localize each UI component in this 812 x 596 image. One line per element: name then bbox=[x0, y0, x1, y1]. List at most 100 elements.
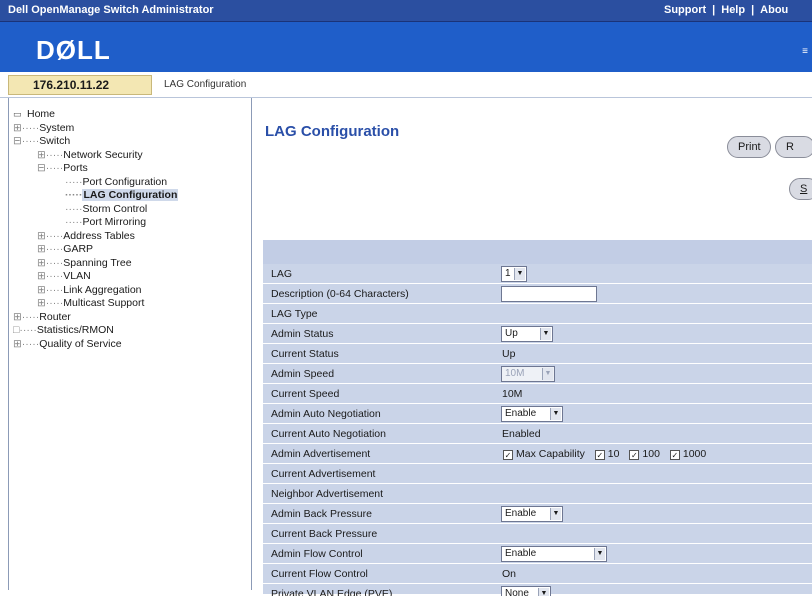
row-admin-status: Admin Status Up ▼ bbox=[263, 324, 812, 344]
tree-item-port-configuration[interactable]: ·····Port Configuration bbox=[65, 176, 167, 188]
private-vlan-edge-label: Private VLAN Edge (PVE) bbox=[271, 588, 393, 596]
menu-icon[interactable]: ≡ bbox=[802, 46, 808, 57]
admin-back-pressure-select[interactable]: Enable ▼ bbox=[501, 506, 563, 522]
row-description: Description (0-64 Characters) bbox=[263, 284, 812, 304]
app-title: Dell OpenManage Switch Administrator bbox=[8, 4, 214, 16]
chevron-down-icon: ▼ bbox=[538, 588, 549, 596]
tree-item-address-tables[interactable]: ⊞·····Address Tables bbox=[37, 230, 135, 242]
current-speed-label: Current Speed bbox=[271, 388, 340, 400]
description-label: Description (0-64 Characters) bbox=[271, 288, 409, 300]
chevron-down-icon: ▼ bbox=[594, 548, 605, 560]
tree-item-ports[interactable]: ⊟·····Ports bbox=[37, 162, 88, 174]
admin-autoneg-label: Admin Auto Negotiation bbox=[271, 408, 381, 420]
adv-10[interactable]: ✓ 10 bbox=[594, 448, 619, 460]
current-advertisement-label: Current Advertisement bbox=[271, 468, 376, 480]
row-current-status: Current Status Up bbox=[263, 344, 812, 364]
current-status-label: Current Status bbox=[271, 348, 339, 360]
admin-autoneg-select[interactable]: Enable ▼ bbox=[501, 406, 563, 422]
tree-item-garp[interactable]: ⊞·····GARP bbox=[37, 243, 93, 255]
banner: DØLL ≡ bbox=[0, 22, 812, 72]
current-flow-control-value: On bbox=[502, 568, 517, 580]
current-autoneg-value: Enabled bbox=[502, 428, 541, 440]
row-neighbor-advertisement: Neighbor Advertisement bbox=[263, 484, 812, 504]
admin-status-select[interactable]: Up ▼ bbox=[501, 326, 553, 342]
adv-1000[interactable]: ✓ 1000 bbox=[669, 448, 706, 460]
row-admin-flow-control: Admin Flow Control Enable ▼ bbox=[263, 544, 812, 564]
row-private-vlan-edge: Private VLAN Edge (PVE) None ▼ bbox=[263, 584, 812, 596]
folder-icon: ▭ bbox=[13, 109, 22, 119]
checkbox-checked-icon[interactable]: ✓ bbox=[669, 450, 680, 460]
navigation-tree: ▭ Home ⊞·····System ⊟·····Switch ⊞·····Ne… bbox=[8, 98, 252, 590]
advertisement-options: ✓ Max Capability ✓ 10 ✓ 100 ✓ 1000 bbox=[503, 448, 713, 460]
admin-speed-select[interactable]: 10M ▼ bbox=[501, 366, 555, 382]
checkbox-checked-icon[interactable]: ✓ bbox=[594, 450, 605, 460]
chevron-down-icon: ▼ bbox=[542, 368, 553, 380]
refresh-button[interactable]: R bbox=[775, 136, 812, 158]
print-button[interactable]: Print bbox=[727, 136, 771, 158]
save-button[interactable]: S bbox=[789, 178, 812, 200]
row-admin-autoneg: Admin Auto Negotiation Enable ▼ bbox=[263, 404, 812, 424]
chevron-down-icon: ▼ bbox=[550, 408, 561, 420]
content-area: LAG Configuration Print R S LAG 1 ▼ Descr… bbox=[253, 98, 812, 596]
tree-item-link-aggregation[interactable]: ⊞·····Link Aggregation bbox=[37, 284, 142, 296]
admin-flow-control-select[interactable]: Enable ▼ bbox=[501, 546, 607, 562]
current-flow-control-label: Current Flow Control bbox=[271, 568, 368, 580]
row-lag: LAG 1 ▼ bbox=[263, 264, 812, 284]
tree-item-system[interactable]: ⊞·····System bbox=[13, 122, 74, 134]
tree-item-storm-control[interactable]: ·····Storm Control bbox=[65, 203, 147, 215]
device-ip: 176.210.11.22 bbox=[33, 78, 110, 92]
tree-item-router[interactable]: ⊞·····Router bbox=[13, 311, 71, 323]
lag-type-label: LAG Type bbox=[271, 308, 318, 320]
page-title: LAG Configuration bbox=[265, 123, 400, 140]
current-back-pressure-label: Current Back Pressure bbox=[271, 528, 378, 540]
neighbor-advertisement-label: Neighbor Advertisement bbox=[271, 488, 384, 500]
chevron-down-icon: ▼ bbox=[514, 268, 525, 280]
tree-item-home[interactable]: ▭ Home bbox=[13, 108, 55, 120]
adv-max-capability[interactable]: ✓ Max Capability bbox=[503, 448, 585, 460]
tree-item-lag-configuration[interactable]: ·····LAG Configuration bbox=[65, 189, 179, 201]
tree-item-multicast-support[interactable]: ⊞·····Multicast Support bbox=[37, 297, 144, 309]
row-current-autoneg: Current Auto Negotiation Enabled bbox=[263, 424, 812, 444]
lag-label: LAG bbox=[271, 268, 293, 280]
device-ip-box: 176.210.11.22 bbox=[8, 75, 152, 95]
lag-select[interactable]: 1 ▼ bbox=[501, 266, 527, 282]
support-link[interactable]: Support bbox=[664, 4, 706, 16]
current-status-value: Up bbox=[502, 348, 516, 360]
tree-item-network-security[interactable]: ⊞·····Network Security bbox=[37, 149, 143, 161]
row-current-advertisement: Current Advertisement bbox=[263, 464, 812, 484]
tree-item-statistics-rmon[interactable]: □·····Statistics/RMON bbox=[13, 324, 114, 336]
row-admin-back-pressure: Admin Back Pressure Enable ▼ bbox=[263, 504, 812, 524]
tree-item-switch[interactable]: ⊟·····Switch bbox=[13, 135, 70, 147]
about-link[interactable]: Abou bbox=[760, 4, 788, 16]
dell-logo: DØLL bbox=[36, 35, 111, 65]
tree-item-spanning-tree[interactable]: ⊞·····Spanning Tree bbox=[37, 257, 132, 269]
breadcrumb: LAG Configuration bbox=[164, 79, 247, 90]
adv-100[interactable]: ✓ 100 bbox=[629, 448, 660, 460]
description-input[interactable] bbox=[501, 286, 597, 302]
panel-header bbox=[263, 240, 812, 264]
current-autoneg-label: Current Auto Negotiation bbox=[271, 428, 386, 440]
row-current-speed: Current Speed 10M bbox=[263, 384, 812, 404]
top-links: Support | Help | Abou bbox=[664, 4, 789, 16]
tree-item-quality-of-service[interactable]: ⊞·····Quality of Service bbox=[13, 338, 122, 350]
admin-speed-label: Admin Speed bbox=[271, 368, 335, 380]
current-speed-value: 10M bbox=[502, 388, 523, 400]
row-admin-advertisement: Admin Advertisement ✓ Max Capability ✓ 10 … bbox=[263, 444, 812, 464]
admin-back-pressure-label: Admin Back Pressure bbox=[271, 508, 372, 520]
private-vlan-edge-select[interactable]: None ▼ bbox=[501, 586, 551, 596]
tree-item-vlan[interactable]: ⊞·····VLAN bbox=[37, 270, 91, 282]
row-admin-speed: Admin Speed 10M ▼ bbox=[263, 364, 812, 384]
chevron-down-icon: ▼ bbox=[550, 508, 561, 520]
address-bar: 176.210.11.22 LAG Configuration bbox=[0, 72, 812, 98]
checkbox-checked-icon[interactable]: ✓ bbox=[503, 450, 513, 460]
row-current-back-pressure: Current Back Pressure bbox=[263, 524, 812, 544]
help-link[interactable]: Help bbox=[721, 4, 745, 16]
row-lag-type: LAG Type bbox=[263, 304, 812, 324]
admin-flow-control-label: Admin Flow Control bbox=[271, 548, 363, 560]
admin-advertisement-label: Admin Advertisement bbox=[271, 448, 371, 460]
chevron-down-icon: ▼ bbox=[540, 328, 551, 340]
lag-form-panel: LAG 1 ▼ Description (0-64 Characters) LAG… bbox=[263, 240, 812, 596]
tree-item-port-mirroring[interactable]: ·····Port Mirroring bbox=[65, 216, 146, 228]
checkbox-checked-icon[interactable]: ✓ bbox=[629, 450, 640, 460]
admin-status-label: Admin Status bbox=[271, 328, 334, 340]
